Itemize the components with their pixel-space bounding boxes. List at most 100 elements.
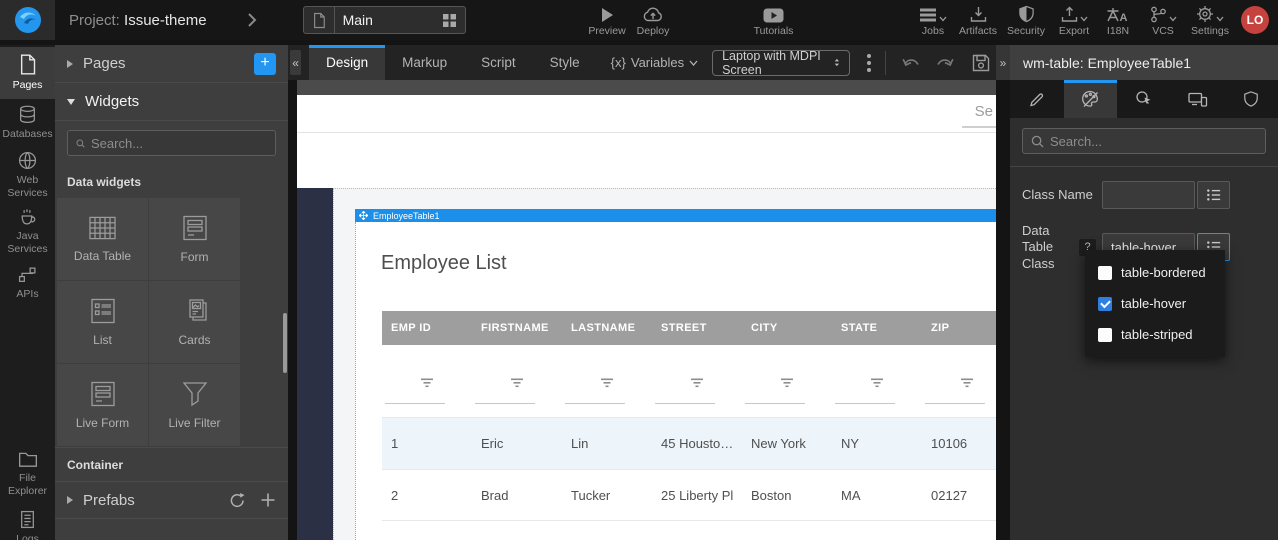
cell[interactable]: Brad	[472, 470, 562, 520]
filter-input[interactable]	[475, 403, 535, 404]
widget-tile-cards[interactable]: Cards	[149, 281, 240, 363]
cell[interactable]: 2	[382, 470, 472, 520]
undo-button[interactable]	[896, 55, 928, 71]
pages-section-header[interactable]: Pages +	[55, 45, 288, 83]
filter-cell[interactable]	[922, 345, 996, 417]
data-table[interactable]: EMP ID FIRSTNAME LASTNAME STREET CITY ST…	[382, 311, 996, 521]
more-options-button[interactable]	[863, 50, 875, 76]
page-header[interactable]: Se	[297, 95, 996, 133]
table-row[interactable]: 2 Brad Tucker 25 Liberty Pl Boston MA 02…	[382, 469, 996, 521]
tab-events[interactable]	[1117, 80, 1171, 118]
prefabs-section-header[interactable]: Prefabs	[55, 481, 288, 519]
filter-cell[interactable]	[652, 345, 742, 417]
cell[interactable]: 45 Housto…	[652, 418, 742, 469]
cell[interactable]: 02127	[922, 470, 996, 520]
vcs-button[interactable]: VCS	[1140, 4, 1186, 37]
widget-tile-data-table[interactable]: Data Table	[57, 198, 148, 280]
widget-selection-header[interactable]: EmployeeTable1	[355, 209, 996, 222]
variables-button[interactable]: {x} Variables	[611, 55, 698, 70]
tab-styles[interactable]	[1064, 80, 1118, 118]
collapse-left-panel-button[interactable]: «	[290, 50, 301, 75]
cell[interactable]: MA	[832, 470, 922, 520]
widgets-section-header[interactable]: Widgets	[55, 83, 288, 121]
sidebar-item-file-explorer[interactable]: File Explorer	[0, 446, 55, 502]
filter-cell[interactable]	[832, 345, 922, 417]
table-title[interactable]: Employee List	[356, 222, 996, 275]
option-table-hover[interactable]: table-hover	[1085, 288, 1225, 319]
sidebar-item-logs[interactable]: Logs	[0, 502, 55, 540]
checkbox[interactable]	[1098, 266, 1112, 280]
filter-cell[interactable]	[382, 345, 472, 417]
column-header[interactable]: ZIP	[922, 311, 996, 345]
refresh-icon[interactable]	[229, 492, 246, 509]
filter-input[interactable]	[385, 403, 445, 404]
save-button[interactable]	[966, 54, 996, 72]
widget-search-box[interactable]	[67, 130, 276, 156]
sidebar-item-databases[interactable]: Databases	[0, 99, 55, 147]
filter-cell[interactable]	[472, 345, 562, 417]
table-row[interactable]: 1 Eric Lin 45 Housto… New York NY 10106	[382, 417, 996, 469]
cell[interactable]: Boston	[742, 470, 832, 520]
filter-input[interactable]	[655, 403, 715, 404]
filter-input[interactable]	[565, 403, 625, 404]
settings-button[interactable]: Settings	[1184, 4, 1236, 37]
deploy-button[interactable]: Deploy	[630, 4, 676, 37]
tab-design[interactable]: Design	[309, 45, 385, 80]
column-header[interactable]: FIRSTNAME	[472, 311, 562, 345]
page-tab-main[interactable]: Main	[303, 6, 466, 34]
sidebar-item-pages[interactable]: Pages	[0, 47, 55, 99]
app-logo[interactable]	[0, 0, 55, 40]
tab-script[interactable]: Script	[464, 45, 533, 80]
filter-input[interactable]	[925, 403, 985, 404]
widget-tile-list[interactable]: List	[57, 281, 148, 363]
option-table-bordered[interactable]: table-bordered	[1085, 257, 1225, 288]
add-prefab-icon[interactable]	[260, 492, 276, 508]
page-top-navbar[interactable]	[297, 80, 996, 95]
class-name-list-button[interactable]	[1197, 181, 1230, 209]
cell[interactable]: Tucker	[562, 470, 652, 520]
page-side-nav[interactable]	[297, 188, 333, 540]
property-search-box[interactable]	[1022, 128, 1266, 154]
widget-tile-live-form[interactable]: Live Form	[57, 364, 148, 446]
tab-devices[interactable]	[1171, 80, 1225, 118]
export-button[interactable]: Export	[1049, 4, 1099, 37]
page-blank-area[interactable]	[297, 133, 996, 188]
tutorials-button[interactable]: Tutorials	[746, 4, 801, 37]
checkbox[interactable]	[1098, 297, 1112, 311]
column-header[interactable]: STREET	[652, 311, 742, 345]
filter-cell[interactable]	[562, 345, 652, 417]
class-name-input[interactable]	[1102, 181, 1195, 209]
filter-cell[interactable]	[742, 345, 832, 417]
expand-panel-button[interactable]: »	[996, 45, 1010, 80]
property-search-input[interactable]	[1050, 134, 1257, 149]
panel-scrollbar[interactable]	[283, 313, 287, 373]
column-header[interactable]: CITY	[742, 311, 832, 345]
device-selector[interactable]: Laptop with MDPI Screen	[712, 50, 850, 76]
chevron-right-icon[interactable]	[247, 12, 257, 28]
widget-search-input[interactable]	[91, 136, 267, 151]
page-structure-section-header[interactable]: Page Structure	[55, 531, 288, 540]
grid-icon[interactable]	[442, 13, 457, 28]
column-header[interactable]: LASTNAME	[562, 311, 652, 345]
widget-tile-form[interactable]: Form	[149, 198, 240, 280]
widget-body[interactable]: Employee List EMP ID FIRSTNAME LASTNAME …	[355, 222, 996, 540]
option-table-striped[interactable]: table-striped	[1085, 319, 1225, 350]
tab-style[interactable]: Style	[533, 45, 597, 80]
cell[interactable]: 10106	[922, 418, 996, 469]
sidebar-item-apis[interactable]: APIs	[0, 259, 55, 307]
preview-button[interactable]: Preview	[584, 4, 630, 37]
add-page-button[interactable]: +	[254, 53, 276, 75]
user-avatar[interactable]: LO	[1241, 6, 1269, 34]
column-header[interactable]: STATE	[832, 311, 922, 345]
filter-input[interactable]	[745, 403, 805, 404]
i18n-button[interactable]: A I18N	[1100, 4, 1136, 37]
sidebar-item-web-services[interactable]: Web Services	[0, 147, 55, 203]
tab-markup[interactable]: Markup	[385, 45, 464, 80]
cell[interactable]: Lin	[562, 418, 652, 469]
security-button[interactable]: Security	[1001, 4, 1051, 37]
tab-properties[interactable]	[1010, 80, 1064, 118]
sidebar-item-java-services[interactable]: Java Services	[0, 203, 55, 259]
cell[interactable]: 1	[382, 418, 472, 469]
cell[interactable]: Eric	[472, 418, 562, 469]
checkbox[interactable]	[1098, 328, 1112, 342]
